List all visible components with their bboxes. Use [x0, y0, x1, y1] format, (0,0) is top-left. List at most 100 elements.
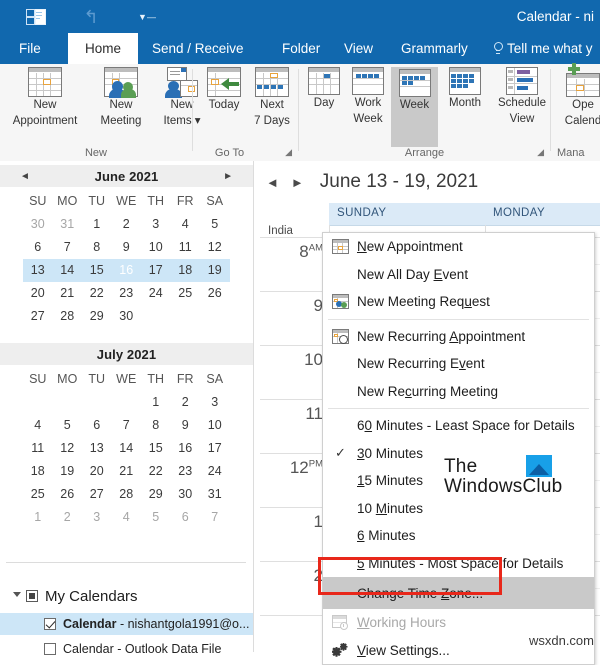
menu-item-new-recurring-event[interactable]: New Recurring Event — [323, 350, 594, 378]
menu-item-change-time-zone[interactable]: Change Time Zone... — [323, 577, 594, 609]
day-cell[interactable]: 23 — [171, 460, 201, 483]
day-cell[interactable]: 28 — [112, 483, 142, 506]
next-week-arrow[interactable]: ► — [285, 175, 310, 190]
menu-item-60-minutes[interactable]: 60 Minutes - Least Space for Details — [323, 412, 594, 440]
day-cell[interactable]: 1 — [82, 213, 112, 236]
calendar-checkbox[interactable] — [44, 643, 56, 655]
day-cell[interactable]: 23 — [112, 282, 142, 305]
menu-item-10-minutes[interactable]: 10 Minutes — [323, 495, 594, 523]
tell-me-box[interactable]: Tell me what y — [492, 33, 593, 64]
day-cell[interactable]: 31 — [200, 483, 230, 506]
day-cell[interactable]: 15 — [141, 437, 171, 460]
open-calendar-button[interactable]: Ope Calend — [555, 63, 600, 128]
day-cell[interactable]: 21 — [53, 282, 83, 305]
outlook-icon[interactable] — [18, 0, 52, 33]
day-cell[interactable]: 7 — [53, 236, 83, 259]
day-cell[interactable]: 19 — [200, 259, 230, 282]
menu-item-new-appointment[interactable]: New Appointment — [323, 233, 594, 261]
day-cell[interactable]: 6 — [23, 236, 53, 259]
day-cell[interactable]: 17 — [200, 437, 230, 460]
menu-item-new-recurring-appointment[interactable]: New Recurring Appointment — [323, 323, 594, 351]
day-cell[interactable]: 10 — [200, 414, 230, 437]
day-cell[interactable]: 2 — [171, 391, 201, 414]
day-cell[interactable]: 13 — [82, 437, 112, 460]
prev-month-arrow[interactable]: ◄ — [20, 171, 30, 182]
day-cell[interactable]: 3 — [82, 506, 112, 529]
day-cell[interactable]: 20 — [23, 282, 53, 305]
day-cell[interactable]: 1 — [141, 391, 171, 414]
calendar-checkbox[interactable] — [44, 618, 56, 630]
day-cell[interactable]: 15 — [82, 259, 112, 282]
day-cell[interactable]: 28 — [53, 305, 83, 328]
day-cell[interactable]: 6 — [171, 506, 201, 529]
day-cell[interactable]: 4 — [171, 213, 201, 236]
day-cell[interactable]: 5 — [200, 213, 230, 236]
day-cell[interactable]: 21 — [112, 460, 142, 483]
day-cell[interactable]: 27 — [82, 483, 112, 506]
month-view-button[interactable]: Month — [439, 67, 491, 111]
day-cell[interactable]: 26 — [53, 483, 83, 506]
menu-item-6-minutes[interactable]: 6 Minutes — [323, 522, 594, 550]
day-cell[interactable]: 4 — [112, 506, 142, 529]
day-cell[interactable]: 5 — [141, 506, 171, 529]
day-cell[interactable]: 26 — [200, 282, 230, 305]
day-cell[interactable]: 1 — [23, 506, 53, 529]
tab-home[interactable]: Home — [68, 33, 138, 64]
menu-item-new-meeting-request[interactable]: New Meeting Request — [323, 288, 594, 316]
day-cell[interactable]: 11 — [23, 437, 53, 460]
next-7-days-button[interactable]: Next 7 Days — [248, 67, 296, 128]
tab-folder[interactable]: Folder — [271, 33, 331, 64]
prev-week-arrow[interactable]: ◄ — [260, 175, 285, 190]
day-cell[interactable]: 13 — [23, 259, 53, 282]
tab-view[interactable]: View — [333, 33, 384, 64]
day-cell[interactable]: 24 — [200, 460, 230, 483]
my-calendars-group[interactable]: My Calendars — [13, 584, 138, 608]
goto-dialog-launcher[interactable]: ◢ — [285, 147, 292, 158]
day-cell[interactable]: 18 — [23, 460, 53, 483]
day-cell[interactable]: 24 — [141, 282, 171, 305]
day-cell[interactable]: 14 — [52, 259, 82, 282]
day-cell[interactable]: 4 — [23, 414, 53, 437]
day-cell[interactable]: 27 — [23, 305, 53, 328]
day-cell[interactable]: 22 — [82, 282, 112, 305]
next-month-arrow[interactable]: ► — [223, 171, 233, 182]
day-cell[interactable]: 17 — [141, 259, 171, 282]
day-cell[interactable]: 12 — [200, 236, 230, 259]
day-cell[interactable]: 16 — [171, 437, 201, 460]
menu-item-new-all-day-event[interactable]: New All Day Event — [323, 261, 594, 289]
day-cell[interactable]: 12 — [53, 437, 83, 460]
day-cell[interactable]: 20 — [82, 460, 112, 483]
day-cell[interactable]: 30 — [112, 305, 142, 328]
menu-item-new-recurring-meeting[interactable]: New Recurring Meeting — [323, 378, 594, 406]
new-appointment-button[interactable]: New Appointment — [4, 67, 86, 128]
today-button[interactable]: Today — [201, 67, 247, 113]
day-cell[interactable]: 29 — [82, 305, 112, 328]
day-cell[interactable]: 9 — [171, 414, 201, 437]
menu-item-5-minutes[interactable]: 5 Minutes - Most Space for Details — [323, 550, 594, 578]
week-view-button[interactable]: Week — [391, 67, 438, 147]
customize-qat-icon[interactable]: ▼— — [130, 0, 164, 33]
day-cell[interactable]: 25 — [171, 282, 201, 305]
day-cell[interactable]: 2 — [53, 506, 83, 529]
day-cell[interactable]: 7 — [112, 414, 142, 437]
day-cell[interactable]: 30 — [23, 213, 53, 236]
day-cell[interactable]: 7 — [200, 506, 230, 529]
day-cell[interactable]: 14 — [112, 437, 142, 460]
day-cell[interactable]: 2 — [112, 213, 142, 236]
context-menu[interactable]: New Appointment New All Day Event New Me… — [322, 232, 595, 665]
day-cell[interactable]: 6 — [82, 414, 112, 437]
new-meeting-button[interactable]: New Meeting — [90, 67, 152, 128]
day-cell[interactable]: 19 — [53, 460, 83, 483]
day-cell[interactable]: 30 — [171, 483, 201, 506]
day-cell[interactable]: 9 — [112, 236, 142, 259]
day-cell[interactable]: 25 — [23, 483, 53, 506]
work-week-button[interactable]: Work Week — [346, 67, 390, 126]
calendar-item-primary[interactable]: Calendar - nishantgola1991@o... — [0, 613, 291, 635]
schedule-view-button[interactable]: Schedule View — [492, 67, 552, 126]
day-cell[interactable]: 8 — [82, 236, 112, 259]
arrange-dialog-launcher[interactable]: ◢ — [537, 147, 544, 158]
day-cell[interactable]: 31 — [53, 213, 83, 236]
day-cell[interactable]: 22 — [141, 460, 171, 483]
calendar-item-datafile[interactable]: Calendar - Outlook Data File — [0, 638, 291, 660]
undo-icon[interactable]: ↰ — [74, 0, 108, 33]
